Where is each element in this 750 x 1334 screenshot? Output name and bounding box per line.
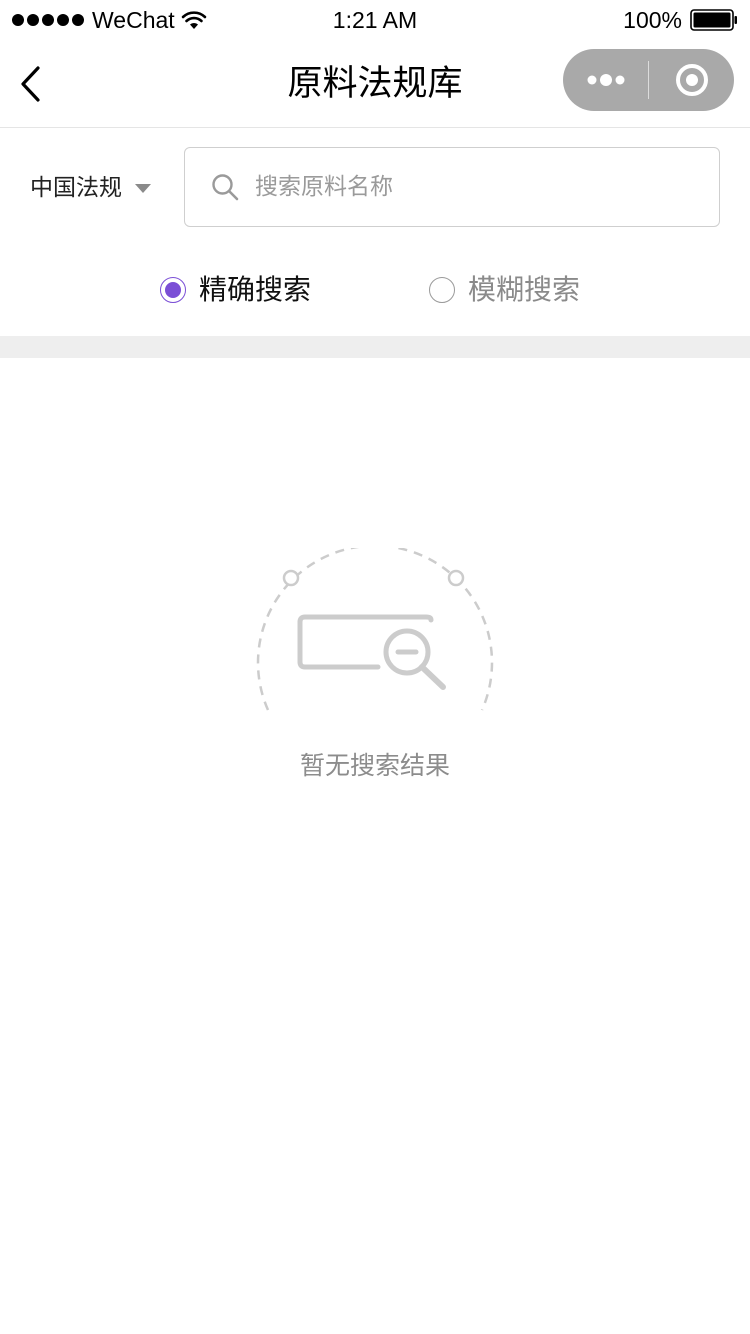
caret-down-icon bbox=[135, 184, 151, 193]
status-right: 100% bbox=[623, 6, 738, 34]
close-button[interactable] bbox=[649, 49, 734, 111]
empty-message: 暂无搜索结果 bbox=[299, 751, 450, 780]
search-box[interactable] bbox=[184, 147, 720, 227]
search-icon bbox=[212, 174, 239, 201]
mini-program-capsule bbox=[563, 49, 734, 111]
radio-checked-icon bbox=[160, 277, 186, 303]
no-results-magnifier-icon bbox=[256, 548, 494, 711]
more-dots-icon bbox=[587, 74, 624, 86]
battery-icon bbox=[690, 9, 737, 31]
more-button[interactable] bbox=[563, 49, 648, 111]
region-dropdown[interactable]: 中国法规 bbox=[30, 168, 152, 208]
close-circle-icon bbox=[675, 64, 708, 96]
radio-label-fuzzy: 模糊搜索 bbox=[468, 273, 581, 306]
status-bar: WeChat 1:21 AM 100% bbox=[0, 0, 750, 40]
radio-label-exact: 精确搜索 bbox=[199, 273, 312, 306]
nav-bar: 原料法规库 bbox=[0, 40, 750, 128]
search-input[interactable] bbox=[253, 173, 697, 201]
search-row: 中国法规 bbox=[0, 128, 750, 246]
region-label: 中国法规 bbox=[30, 175, 122, 201]
radio-fuzzy-search[interactable]: 模糊搜索 bbox=[429, 270, 580, 310]
search-mode-group: 精确搜索 模糊搜索 bbox=[0, 246, 750, 336]
radio-unchecked-icon bbox=[429, 277, 455, 303]
battery-percent: 100% bbox=[623, 7, 682, 33]
radio-exact-search[interactable]: 精确搜索 bbox=[160, 270, 311, 310]
empty-state: 暂无搜索结果 bbox=[0, 358, 750, 1334]
section-divider bbox=[0, 336, 750, 358]
